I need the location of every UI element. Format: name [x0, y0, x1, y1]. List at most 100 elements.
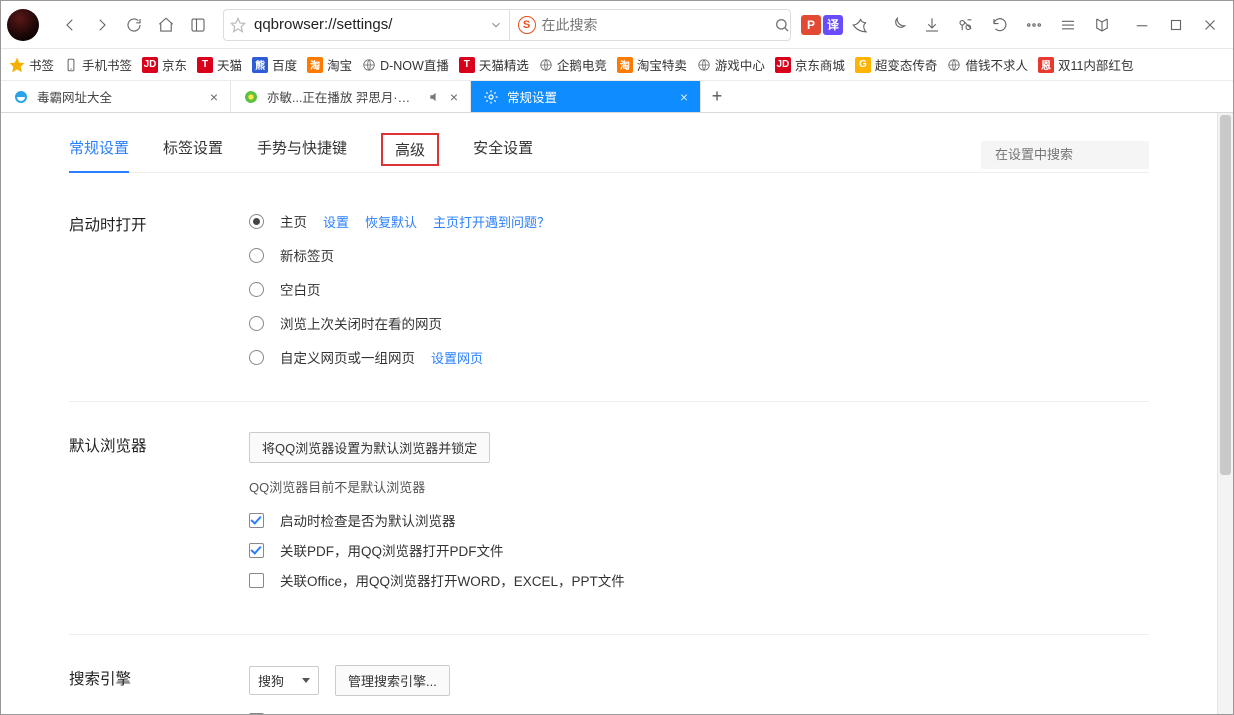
radio-icon[interactable]: [249, 248, 264, 263]
vertical-scrollbar[interactable]: [1217, 113, 1233, 714]
chevron-down-icon[interactable]: [489, 18, 503, 32]
checkbox-icon[interactable]: [249, 713, 264, 715]
screenshot-button[interactable]: [951, 10, 981, 40]
search-input[interactable]: [542, 17, 769, 33]
bookmark-label: 淘宝: [327, 55, 352, 74]
forward-button[interactable]: [87, 10, 117, 40]
bookmark-item[interactable]: T天猫精选: [459, 55, 529, 74]
browser-tab[interactable]: 常规设置×: [471, 81, 701, 112]
settings-nav-tab[interactable]: 高级: [381, 133, 439, 166]
tab-strip: 毒霸网址大全×亦敏...正在播放 羿思月·月蚀-周×常规设置×+: [1, 81, 1233, 113]
ppt-icon[interactable]: P: [801, 15, 821, 35]
close-window-button[interactable]: [1193, 8, 1227, 42]
bookmark-label: 淘宝特卖: [637, 55, 687, 74]
address-field-wrap[interactable]: [223, 9, 509, 41]
select-value: 搜狗: [258, 671, 284, 690]
settings-search-input[interactable]: [995, 147, 1171, 162]
bookmark-item[interactable]: 书签: [9, 55, 54, 74]
favicon: [13, 89, 29, 105]
window-controls: [1125, 8, 1227, 42]
link-settings[interactable]: 设置: [323, 212, 349, 231]
close-tab-button[interactable]: ×: [450, 89, 458, 105]
favicon: G: [855, 57, 871, 73]
profile-avatar[interactable]: [7, 9, 39, 41]
checkbox-row[interactable]: 启动时检查是否为默认浏览器: [249, 510, 1149, 530]
bookmark-item[interactable]: 恩双11内部红包: [1038, 55, 1133, 74]
section-default-browser: 默认浏览器 将QQ浏览器设置为默认浏览器并锁定 QQ浏览器目前不是默认浏览器 启…: [69, 432, 1149, 635]
caret-down-icon: [302, 678, 310, 683]
settings-nav-tab[interactable]: 常规设置: [69, 137, 129, 172]
search-icon[interactable]: [774, 17, 790, 33]
bookmark-item[interactable]: 游戏中心: [697, 55, 765, 74]
back-button[interactable]: [55, 10, 85, 40]
radio-icon[interactable]: [249, 214, 264, 229]
browser-tab[interactable]: 亦敏...正在播放 羿思月·月蚀-周×: [231, 81, 471, 112]
bookmark-item[interactable]: 熊百度: [252, 55, 297, 74]
bookmark-item[interactable]: T天猫: [197, 55, 242, 74]
checkbox-icon[interactable]: [249, 573, 264, 588]
section-startup: 启动时打开 主页 设置 恢复默认 主页打开遇到问题？ 新标签页: [69, 211, 1149, 402]
bookmark-item[interactable]: 淘淘宝: [307, 55, 352, 74]
new-tab-button[interactable]: +: [701, 80, 733, 112]
download-button[interactable]: [917, 10, 947, 40]
startup-option-home[interactable]: 主页 设置 恢复默认 主页打开遇到问题？: [249, 211, 1149, 231]
startup-option-blank[interactable]: 空白页: [249, 279, 1149, 299]
radio-icon[interactable]: [249, 282, 264, 297]
browser-tab[interactable]: 毒霸网址大全×: [1, 81, 231, 112]
bookmark-label: 天猫精选: [479, 55, 529, 74]
checkbox-row[interactable]: 关联Office，用QQ浏览器打开WORD，EXCEL，PPT文件: [249, 570, 1149, 590]
close-tab-button[interactable]: ×: [680, 89, 688, 105]
bookmark-item[interactable]: D-NOW直播: [362, 55, 449, 74]
close-tab-button[interactable]: ×: [210, 89, 218, 105]
sidebar-toggle-button[interactable]: [183, 10, 213, 40]
checkbox-row[interactable]: 关联PDF，用QQ浏览器打开PDF文件: [249, 540, 1149, 560]
bookmark-item[interactable]: 借钱不求人: [947, 55, 1028, 74]
address-input[interactable]: [254, 16, 481, 33]
settings-nav-tab[interactable]: 安全设置: [473, 137, 533, 172]
bookmark-item[interactable]: JD京东: [142, 55, 187, 74]
radio-icon[interactable]: [249, 316, 264, 331]
translate-icon[interactable]: 译: [823, 15, 843, 35]
sound-icon[interactable]: [428, 90, 442, 104]
checkbox-icon[interactable]: [249, 513, 264, 528]
search-field-wrap[interactable]: S: [509, 9, 792, 41]
settings-nav-tab[interactable]: 手势与快捷键: [257, 137, 347, 172]
bookmark-item[interactable]: 手机书签: [64, 55, 132, 74]
startup-option-custom[interactable]: 自定义网页或一组网页 设置网页: [249, 347, 1149, 367]
undo-close-button[interactable]: [985, 10, 1015, 40]
bookmark-item[interactable]: 企鹅电竞: [539, 55, 607, 74]
search-engine-select[interactable]: 搜狗: [249, 666, 319, 695]
favicon: T: [197, 57, 213, 73]
manage-search-engines-button[interactable]: 管理搜索引擎...: [335, 665, 450, 696]
night-mode-button[interactable]: [883, 10, 913, 40]
minimize-button[interactable]: [1125, 8, 1159, 42]
home-button[interactable]: [151, 10, 181, 40]
favicon: [243, 89, 259, 105]
link-restore-default[interactable]: 恢复默认: [365, 212, 417, 231]
bookmark-label: 手机书签: [82, 55, 132, 74]
extensions-button[interactable]: [1087, 10, 1117, 40]
more-button[interactable]: [1019, 10, 1049, 40]
scrollbar-thumb[interactable]: [1220, 115, 1231, 475]
bookmark-item[interactable]: G超变态传奇: [855, 55, 938, 74]
bookmark-item[interactable]: 淘淘宝特卖: [617, 55, 687, 74]
bookmark-item[interactable]: JD京东商城: [775, 55, 845, 74]
set-default-browser-button[interactable]: 将QQ浏览器设置为默认浏览器并锁定: [249, 432, 490, 463]
radio-icon[interactable]: [249, 350, 264, 365]
settings-search[interactable]: [981, 141, 1149, 169]
startup-option-newtab[interactable]: 新标签页: [249, 245, 1149, 265]
menu-button[interactable]: [1053, 10, 1083, 40]
settings-nav: 常规设置标签设置手势与快捷键高级安全设置: [69, 137, 1149, 173]
settings-nav-tab[interactable]: 标签设置: [163, 137, 223, 172]
checkbox-icon[interactable]: [249, 543, 264, 558]
star-icon[interactable]: [230, 17, 246, 33]
checkbox-row[interactable]: 启用搜索直达: [249, 710, 1149, 714]
bookmark-label: 天猫: [217, 55, 242, 74]
link-set-pages[interactable]: 设置网页: [431, 348, 483, 367]
reload-button[interactable]: [119, 10, 149, 40]
sogou-icon: S: [518, 16, 536, 34]
link-home-problem[interactable]: 主页打开遇到问题？: [433, 212, 550, 231]
bird-icon[interactable]: [845, 10, 875, 40]
startup-option-lastsession[interactable]: 浏览上次关闭时在看的网页: [249, 313, 1149, 333]
maximize-button[interactable]: [1159, 8, 1193, 42]
